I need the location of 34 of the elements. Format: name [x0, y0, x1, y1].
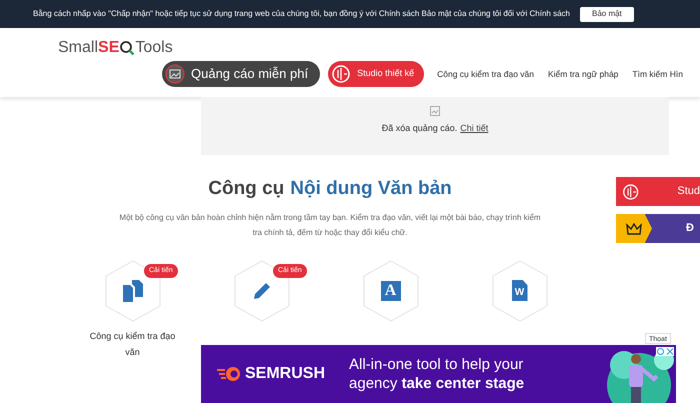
ad-headline: All-in-one tool to help your agency take center stage	[349, 355, 526, 393]
letter-icon: A	[380, 280, 400, 300]
studio-side-button[interactable]: Stud	[616, 177, 700, 206]
flame-icon	[217, 366, 241, 382]
free-ads-button[interactable]: Quảng cáo miễn phí	[162, 61, 320, 87]
tool-label[interactable]: Công cụ kiểm tra đạo văn	[82, 328, 182, 360]
documents-icon	[122, 280, 142, 302]
logo-text: SE	[98, 38, 120, 58]
ad-removed-text: Đã xóa quảng cáo.	[382, 122, 458, 135]
cookie-message: Bằng cách nhấp vào "Chấp nhận" hoặc tiếp tục sử dụng trang web của chúng tôi, bạn đồng ý với Chính sách Bảo mật của chúng tôi đối với Chính sách	[33, 8, 570, 20]
logo-text: Tools	[135, 38, 173, 58]
privacy-button[interactable]: Bảo mật	[580, 6, 634, 22]
pencil-icon	[252, 280, 272, 300]
nav-link[interactable]: Kiểm tra ngữ pháp	[548, 68, 618, 80]
ad-icon	[165, 64, 185, 84]
details-link[interactable]: Chi tiết	[460, 122, 488, 136]
magnifier-icon	[119, 40, 136, 56]
section-description: Một bộ công cụ văn bản hoàn chỉnh hiện nằm trong tầm tay bạn. Kiểm tra đạo văn, viết lại một bài báo, chạy trình kiểm tra chính tả, đếm từ hoặc thay đổi kiểu chữ.	[118, 212, 542, 239]
hexagon-frame	[234, 260, 290, 322]
premium-side-button[interactable]: Đ	[616, 214, 700, 243]
brand-logo: SEMRUSH	[245, 364, 326, 384]
nav-link[interactable]: Công cụ kiểm tra đạo văn	[437, 68, 534, 80]
design-studio-button[interactable]: Studio thiết kế	[328, 61, 424, 87]
logo-text: Small	[58, 38, 98, 58]
crown-icon	[626, 222, 642, 234]
ad-info-close-icon[interactable]	[656, 347, 674, 356]
image-icon	[430, 106, 440, 116]
section-title-highlight: Nội dung Văn bản	[290, 177, 452, 201]
section-title: Công cụ	[208, 177, 284, 201]
studio-logo-icon	[622, 182, 640, 200]
nav-link[interactable]: Tìm kiếm Hìn	[632, 68, 683, 80]
banner-ad[interactable]: SEMRUSH All-in-one tool to help your agency take center stage	[201, 345, 676, 403]
word-document-icon: W	[512, 280, 528, 301]
studio-logo-icon	[331, 64, 352, 84]
